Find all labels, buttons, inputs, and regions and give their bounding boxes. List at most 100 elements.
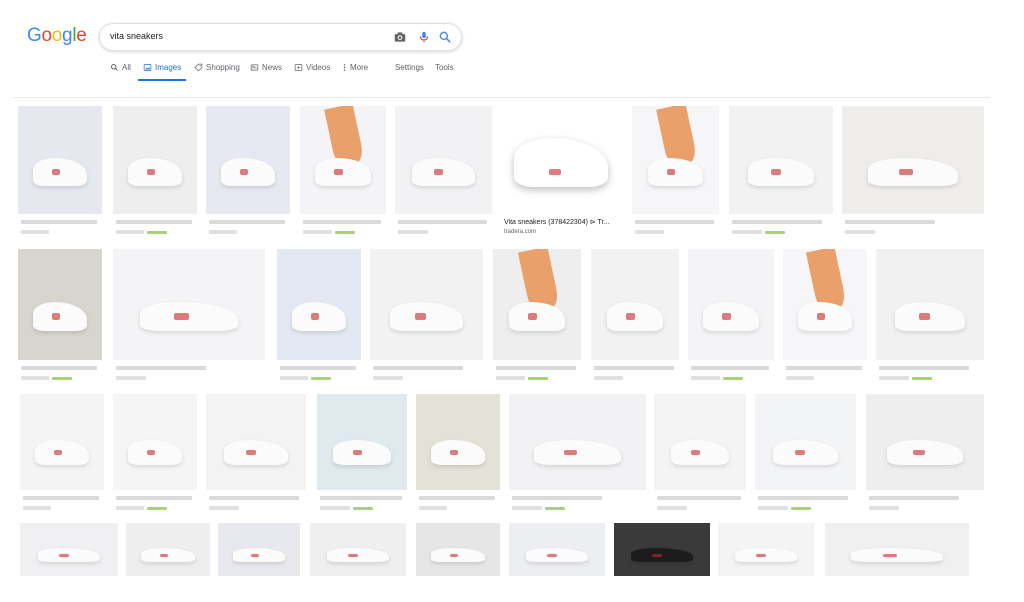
image-result[interactable] [591, 249, 679, 386]
image-result[interactable] [614, 523, 710, 602]
logo-accent [898, 168, 913, 176]
image-thumbnail[interactable] [502, 106, 620, 214]
image-thumbnail[interactable] [493, 249, 581, 360]
pixelated-badge [147, 507, 167, 510]
logo-accent [246, 449, 256, 456]
image-thumbnail[interactable] [113, 106, 197, 214]
sneaker-image [798, 302, 852, 332]
image-result[interactable] [20, 394, 104, 516]
image-thumbnail[interactable] [206, 106, 290, 214]
image-result[interactable] [18, 106, 102, 240]
image-thumbnail[interactable] [395, 106, 492, 214]
sneaker-image [431, 548, 485, 563]
image-result[interactable] [755, 394, 856, 516]
image-result[interactable] [654, 394, 746, 516]
image-result[interactable] [688, 249, 774, 386]
image-thumbnail[interactable] [113, 394, 197, 490]
image-thumbnail[interactable] [591, 249, 679, 360]
image-thumbnail[interactable] [825, 523, 969, 576]
image-thumbnail[interactable] [416, 523, 500, 576]
image-result[interactable] [783, 249, 867, 386]
image-thumbnail[interactable] [206, 394, 306, 490]
image-thumbnail[interactable] [876, 249, 984, 360]
pixelated-caption [320, 496, 402, 500]
pixelated-source [23, 506, 51, 510]
image-thumbnail[interactable] [729, 106, 833, 214]
image-thumbnail[interactable] [20, 523, 118, 576]
image-thumbnail[interactable] [317, 394, 407, 490]
image-thumbnail[interactable] [509, 523, 605, 576]
image-result[interactable] [277, 249, 361, 386]
image-thumbnail[interactable] [688, 249, 774, 360]
sneaker-image [773, 440, 838, 466]
image-thumbnail[interactable] [632, 106, 719, 214]
pixelated-caption [635, 220, 714, 224]
image-result[interactable] [113, 106, 197, 240]
image-thumbnail[interactable] [718, 523, 814, 576]
sneaker-image [412, 157, 475, 186]
image-thumbnail[interactable] [509, 394, 646, 490]
image-result[interactable] [113, 249, 265, 386]
image-result[interactable] [509, 394, 646, 516]
pixelated-source [320, 506, 350, 510]
image-result[interactable] [632, 106, 719, 240]
image-result[interactable] [310, 523, 406, 602]
pixelated-badge [765, 231, 785, 234]
logo-accent [652, 553, 662, 557]
image-result[interactable] [206, 394, 306, 516]
image-thumbnail[interactable] [416, 394, 500, 490]
image-result[interactable] [718, 523, 814, 602]
image-result[interactable] [825, 523, 969, 602]
image-thumbnail[interactable] [614, 523, 710, 576]
image-result[interactable] [509, 523, 605, 602]
image-result[interactable]: Vita sneakers (378422304) ⊳ Tr... tradera… [502, 106, 620, 240]
image-result[interactable] [300, 106, 386, 240]
image-result[interactable] [866, 394, 984, 516]
pixelated-caption [419, 496, 495, 500]
image-result[interactable] [416, 523, 500, 602]
image-result[interactable] [729, 106, 833, 240]
logo-accent [173, 313, 189, 321]
image-thumbnail[interactable] [126, 523, 210, 576]
image-thumbnail[interactable] [310, 523, 406, 576]
image-result[interactable] [317, 394, 407, 516]
image-thumbnail[interactable] [18, 249, 102, 360]
logo-accent [770, 168, 781, 176]
image-result[interactable] [18, 249, 102, 386]
image-result[interactable] [370, 249, 483, 386]
pixelated-source [594, 376, 624, 380]
image-result[interactable] [493, 249, 581, 386]
pixelated-badge [147, 231, 167, 234]
image-result[interactable] [20, 523, 118, 602]
image-thumbnail[interactable] [113, 249, 265, 360]
sneaker-image [35, 440, 89, 466]
image-result[interactable] [876, 249, 984, 386]
image-result[interactable] [842, 106, 984, 240]
logo-accent [666, 168, 676, 176]
image-result[interactable] [126, 523, 210, 602]
image-result[interactable] [113, 394, 197, 516]
image-thumbnail[interactable] [18, 106, 102, 214]
logo-accent [913, 449, 925, 456]
image-thumbnail[interactable] [842, 106, 984, 214]
result-source[interactable]: tradera.com [504, 229, 536, 235]
image-thumbnail[interactable] [866, 394, 984, 490]
image-thumbnail[interactable] [755, 394, 856, 490]
image-result[interactable] [416, 394, 500, 516]
logo-accent [353, 449, 362, 456]
image-result[interactable] [395, 106, 492, 240]
image-result[interactable] [218, 523, 300, 602]
image-thumbnail[interactable] [300, 106, 386, 214]
pixelated-caption [398, 220, 487, 224]
pixelated-badge [528, 377, 549, 380]
pixelated-caption [594, 366, 674, 370]
image-thumbnail[interactable] [370, 249, 483, 360]
image-thumbnail[interactable] [654, 394, 746, 490]
image-thumbnail[interactable] [277, 249, 361, 360]
image-thumbnail[interactable] [218, 523, 300, 576]
image-thumbnail[interactable] [20, 394, 104, 490]
result-caption[interactable]: Vita sneakers (378422304) ⊳ Tr... [504, 218, 609, 226]
sneaker-image [140, 302, 238, 332]
image-thumbnail[interactable] [783, 249, 867, 360]
image-result[interactable] [206, 106, 290, 240]
